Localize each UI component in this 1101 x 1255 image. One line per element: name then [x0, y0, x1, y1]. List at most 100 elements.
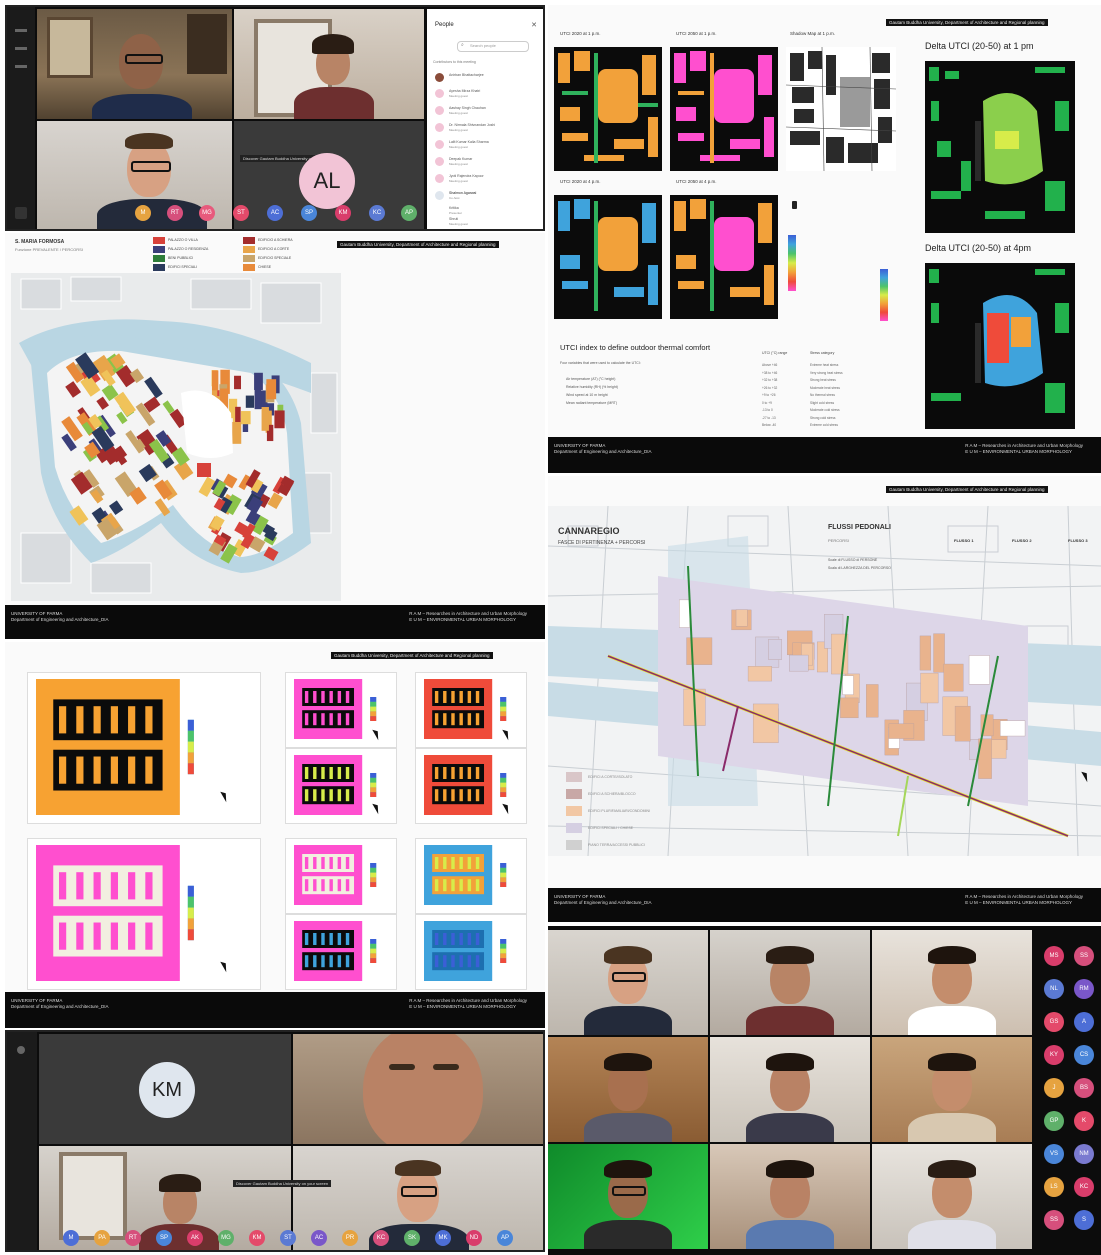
- participant-avatar[interactable]: J: [1044, 1078, 1064, 1098]
- video-tile[interactable]: [710, 930, 870, 1035]
- legend-swatch: [153, 255, 165, 262]
- maria-formosa-map: [11, 273, 341, 601]
- participant-hair: [604, 1160, 652, 1178]
- rail-icon[interactable]: [15, 29, 27, 32]
- toolbar-button[interactable]: RT: [125, 1230, 141, 1246]
- table-cell: Moderate cold stress: [810, 408, 840, 412]
- participant-avatar[interactable]: S: [1074, 1210, 1094, 1230]
- participant-avatar[interactable]: SS: [1074, 946, 1094, 966]
- toolbar-button[interactable]: M: [63, 1230, 79, 1246]
- people-panel-title: People: [435, 22, 454, 28]
- toolbar-button[interactable]: M: [135, 205, 151, 221]
- rail-icon[interactable]: [15, 207, 27, 219]
- toolbar-button[interactable]: KM: [335, 205, 351, 221]
- participant-avatar[interactable]: A: [1074, 1012, 1094, 1032]
- legend-label: EDIFICI SPECIALI / CHIESE: [588, 826, 634, 830]
- search-input[interactable]: ⌕ Search people: [457, 41, 529, 52]
- toolbar-button[interactable]: SP: [301, 205, 317, 221]
- video-tile[interactable]: [293, 1034, 543, 1144]
- participant-avatar[interactable]: GP: [1044, 1111, 1064, 1131]
- flussi-line: Scale di FLUSSO di PERSONE: [828, 558, 878, 562]
- participant-hair: [766, 1053, 814, 1071]
- flussi-title: FLUSSI PEDONALI: [828, 524, 892, 531]
- table-cell: Very strong heat stress: [810, 370, 843, 375]
- close-icon[interactable]: ✕: [531, 21, 537, 29]
- toolbar-button[interactable]: AC: [311, 1230, 327, 1246]
- variable-item: Wind speed at 10 m height: [566, 393, 608, 397]
- toolbar-button[interactable]: MK: [435, 1230, 451, 1246]
- participant-body: [908, 1113, 996, 1142]
- legend-swatch: [243, 237, 255, 244]
- video-tile[interactable]: [548, 1037, 708, 1142]
- participant-avatar[interactable]: SS: [1044, 1210, 1064, 1230]
- utci-map-2020-4pm: [554, 195, 662, 319]
- rail-icon[interactable]: [17, 1046, 25, 1054]
- rail-icon[interactable]: [15, 65, 27, 68]
- toolbar-button[interactable]: KM: [249, 1230, 265, 1246]
- slide-header: Gautam Buddha University, Department of …: [886, 486, 1048, 493]
- toolbar-button[interactable]: ST: [280, 1230, 296, 1246]
- toolbar-button[interactable]: AP: [401, 205, 417, 221]
- video-tile[interactable]: [872, 1037, 1032, 1142]
- toolbar-button[interactable]: AC: [267, 205, 283, 221]
- slide-footer: UNIVERSITY OF PARMA Department of Enginee…: [548, 888, 1101, 922]
- legend-swatch: [153, 264, 165, 271]
- video-tile[interactable]: [710, 1037, 870, 1142]
- participant-avatar[interactable]: K: [1074, 1111, 1094, 1131]
- video-tile[interactable]: [548, 930, 708, 1035]
- variable-item: Relative humidity (RH) (% height): [566, 385, 618, 389]
- toolbar-button[interactable]: AP: [497, 1230, 513, 1246]
- video-tile[interactable]: [37, 9, 232, 119]
- meeting-toolbar: M PA RT SP AK MG KM ST AC PR KC SK MK ND AP: [63, 1228, 543, 1248]
- legend-swatch: [153, 246, 165, 253]
- toolbar-button[interactable]: KC: [369, 205, 385, 221]
- participant-avatar[interactable]: KY: [1044, 1045, 1064, 1065]
- slide-header: Gautam Buddha University, Department of …: [337, 241, 499, 248]
- participant-avatar[interactable]: CS: [1074, 1045, 1094, 1065]
- legend-swatch: [566, 772, 582, 782]
- toolbar-button[interactable]: KC: [373, 1230, 389, 1246]
- table-cell: +32 to +38: [762, 378, 778, 382]
- toolbar-button[interactable]: MG: [199, 205, 215, 221]
- video-tile[interactable]: [234, 9, 424, 119]
- participant-body: [584, 1220, 672, 1249]
- table-cell: No thermal stress: [810, 393, 835, 397]
- toolbar-button[interactable]: SK: [404, 1230, 420, 1246]
- legend-swatch: [566, 823, 582, 833]
- participant-avatar: AL: [299, 153, 355, 209]
- toolbar-button[interactable]: AK: [187, 1230, 203, 1246]
- participant-avatar[interactable]: VS: [1044, 1144, 1064, 1164]
- participant-avatar[interactable]: NM: [1074, 1144, 1094, 1164]
- participant-avatar[interactable]: MS: [1044, 946, 1064, 966]
- video-tile[interactable]: [548, 1144, 708, 1249]
- toolbar-button[interactable]: PA: [94, 1230, 110, 1246]
- video-grid: [548, 930, 1034, 1255]
- participant-avatar-column: MS SS NL RM GS A KY CS J BS GP K VS NM LS KC SS S: [1038, 946, 1100, 1251]
- toolbar-button[interactable]: ST: [233, 205, 249, 221]
- meeting-toolbar: M RT MG ST AC SP KM KC AP: [135, 203, 425, 223]
- meet-window-bottom-right: MS SS NL RM GS A KY CS J BS GP K VS NM LS KC SS S: [548, 926, 1101, 1255]
- participant-avatar[interactable]: GS: [1044, 1012, 1064, 1032]
- participant-avatar[interactable]: BS: [1074, 1078, 1094, 1098]
- participant-avatar[interactable]: KC: [1074, 1177, 1094, 1197]
- toolbar-button[interactable]: RT: [167, 205, 183, 221]
- table-cell: Above +46: [762, 363, 778, 367]
- participant-avatar[interactable]: RM: [1074, 979, 1094, 999]
- video-tile[interactable]: [872, 930, 1032, 1035]
- slide-header: Gautam Buddha University, Department of …: [886, 19, 1048, 26]
- delta-color-scale: [880, 269, 888, 321]
- glasses: [612, 972, 646, 982]
- participant-avatar[interactable]: LS: [1044, 1177, 1064, 1197]
- thumb-title: UTCI 2020 at 4 p.m.: [560, 179, 601, 184]
- toolbar-button[interactable]: MG: [218, 1230, 234, 1246]
- rail-icon[interactable]: [15, 47, 27, 50]
- delta-utci-4pm-map: [925, 263, 1075, 429]
- video-tile-avatar[interactable]: KM: [39, 1034, 291, 1144]
- table-header: Stress category: [810, 351, 835, 355]
- toolbar-button[interactable]: SP: [156, 1230, 172, 1246]
- toolbar-button[interactable]: PR: [342, 1230, 358, 1246]
- video-tile[interactable]: [710, 1144, 870, 1249]
- participant-avatar[interactable]: NL: [1044, 979, 1064, 999]
- video-tile[interactable]: [872, 1144, 1032, 1249]
- toolbar-button[interactable]: ND: [466, 1230, 482, 1246]
